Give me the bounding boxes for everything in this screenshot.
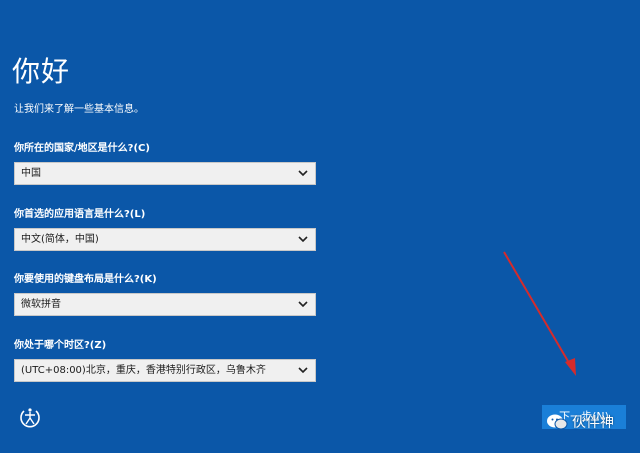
annotation-arrow — [503, 251, 576, 376]
app-language-select[interactable]: 中文(简体，中国) — [14, 228, 316, 251]
country-select-value: 中国 — [21, 168, 41, 179]
wechat-icon — [546, 413, 568, 431]
keyboard-layout-select-value: 微软拼音 — [21, 299, 61, 310]
timezone-select-value: (UTC+08:00)北京，重庆，香港特别行政区，乌鲁木齐 — [21, 365, 266, 376]
watermark-text: 伙伴神 — [572, 415, 614, 431]
country-label: 你所在的国家/地区是什么?(C) — [14, 143, 150, 154]
timezone-select[interactable]: (UTC+08:00)北京，重庆，香港特别行政区，乌鲁木齐 — [14, 359, 316, 382]
page-title: 你好 — [12, 55, 71, 88]
country-select[interactable]: 中国 — [14, 162, 316, 185]
chevron-down-icon — [297, 163, 309, 184]
chevron-down-icon — [297, 294, 309, 315]
app-language-select-value: 中文(简体，中国) — [21, 234, 99, 245]
timezone-label: 你处于哪个时区?(Z) — [14, 340, 107, 351]
watermark: 伙伴神 — [546, 410, 614, 434]
keyboard-layout-select[interactable]: 微软拼音 — [14, 293, 316, 316]
app-language-label: 你首选的应用语言是什么?(L) — [14, 209, 146, 220]
chevron-down-icon — [297, 360, 309, 381]
chevron-down-icon — [297, 229, 309, 250]
ease-of-access-icon[interactable] — [18, 405, 42, 429]
page-subtitle: 让我们来了解一些基本信息。 — [14, 104, 144, 115]
keyboard-layout-label: 你要使用的键盘布局是什么?(K) — [14, 274, 157, 285]
